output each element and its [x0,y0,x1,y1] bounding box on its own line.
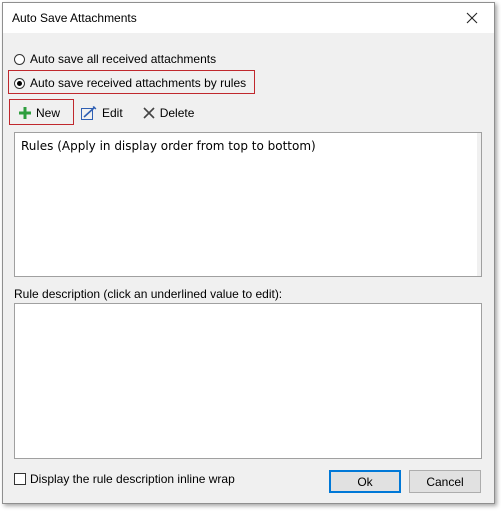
rules-list-header: Rules (Apply in display order from top t… [21,139,316,153]
close-button[interactable] [450,3,494,33]
edit-rule-label: Edit [102,106,123,120]
radio-selected-dot [17,80,22,86]
highlight-new-button [9,99,74,125]
edit-icon [81,106,97,120]
inline-wrap-label: Display the rule description inline wrap [30,472,235,486]
save-by-rules-radio[interactable] [14,77,25,89]
save-all-radio[interactable] [14,53,25,65]
ok-button[interactable]: Ok [329,470,401,493]
option-save-by-rules[interactable]: Auto save received attachments by rules [14,74,246,92]
ok-button-label: Ok [357,474,373,489]
save-by-rules-label: Auto save received attachments by rules [30,76,247,90]
cancel-button[interactable]: Cancel [409,470,481,493]
cancel-button-label: Cancel [426,474,464,489]
delete-rule-button[interactable]: Delete [138,102,200,124]
auto-save-attachments-dialog: Auto Save Attachments Auto save all rece… [2,2,495,504]
rules-toolbar: New Edit Delete [12,99,485,127]
title-bar: Auto Save Attachments [3,3,494,33]
rules-list-scrollbar[interactable] [477,133,481,276]
rules-list[interactable]: Rules (Apply in display order from top t… [14,132,482,277]
option-save-all[interactable]: Auto save all received attachments [14,50,216,68]
delete-rule-label: Delete [159,106,195,120]
inline-wrap-checkbox[interactable] [14,473,26,485]
save-all-label: Auto save all received attachments [30,52,217,66]
rule-description-box[interactable] [14,303,482,459]
inline-wrap-option[interactable]: Display the rule description inline wrap [14,472,235,486]
edit-rule-button[interactable]: Edit [76,102,128,124]
rule-description-label: Rule description (click an underlined va… [14,287,283,301]
window-title: Auto Save Attachments [12,11,137,25]
delete-icon [143,107,155,119]
close-icon [466,12,478,24]
